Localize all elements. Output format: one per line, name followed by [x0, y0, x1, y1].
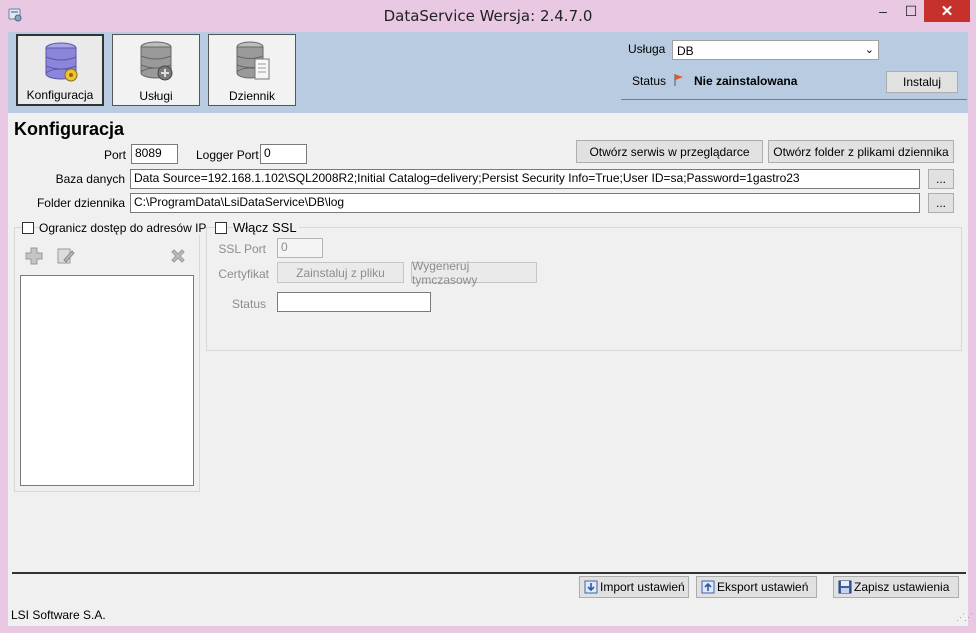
db-label: Baza danych — [55, 172, 125, 186]
ssl-status-label: Status — [231, 297, 266, 311]
service-status-value: Nie zainstalowana — [694, 74, 798, 88]
window-title: DataService Wersja: 2.4.7.0 — [383, 7, 593, 25]
toolbar-label: Usługi — [139, 89, 173, 103]
logger-port-label: Logger Port — [196, 148, 259, 162]
save-settings-button[interactable]: Zapisz ustawienia — [833, 576, 959, 598]
toolbar-uslugi-button[interactable]: Usługi — [112, 34, 200, 106]
import-icon — [584, 580, 598, 594]
install-from-file-button[interactable]: Zainstaluj z pliku — [277, 262, 404, 283]
header-divider — [621, 99, 967, 100]
title-bar: DataService Wersja: 2.4.7.0 – ☐ ✕ — [0, 0, 976, 32]
log-folder-browse-button[interactable]: ... — [928, 193, 954, 213]
chevron-down-icon: ⌄ — [864, 44, 874, 56]
ssl-checkbox[interactable] — [215, 222, 227, 234]
status-bar-text: LSI Software S.A. — [11, 608, 106, 622]
log-folder-field[interactable]: C:\ProgramData\LsiDataService\DB\log — [130, 193, 920, 213]
open-log-folder-button[interactable]: Otwórz folder z plikami dziennika — [768, 140, 954, 163]
open-in-browser-button[interactable]: Otwórz serwis w przeglądarce — [576, 140, 763, 163]
flag-icon — [673, 73, 685, 90]
generate-temporary-button[interactable]: Wygeneruj tymczasowy — [411, 259, 537, 287]
page-title: Konfiguracja — [14, 119, 125, 139]
toolbar-konfiguracja-button[interactable]: Konfiguracja — [16, 34, 104, 106]
header-band: Konfiguracja Usługi Dziennik Usługa DB ⌄… — [8, 32, 968, 113]
port-field[interactable]: 8089 — [131, 144, 178, 164]
export-settings-label: Eksport ustawień — [717, 580, 809, 594]
add-icon[interactable] — [23, 245, 45, 267]
toolbar-label: Dziennik — [228, 89, 276, 103]
edit-icon[interactable] — [55, 245, 77, 267]
log-folder-label: Folder dziennika — [36, 196, 125, 210]
import-settings-button[interactable]: Import ustawień — [579, 576, 689, 598]
close-button[interactable]: ✕ — [924, 0, 970, 22]
service-label: Usługa — [628, 42, 666, 56]
main-window: Konfiguracja Usługi Dziennik Usługa DB ⌄… — [8, 32, 973, 626]
db-connection-field[interactable]: Data Source=192.168.1.102\SQL2008R2;Init… — [130, 169, 920, 189]
service-select[interactable]: DB ⌄ — [672, 40, 879, 60]
save-icon — [838, 580, 852, 594]
install-button[interactable]: Instaluj — [886, 71, 958, 93]
database-services-icon — [140, 41, 173, 81]
ip-address-list[interactable] — [20, 275, 194, 486]
export-settings-button[interactable]: Eksport ustawień — [696, 576, 817, 598]
database-log-icon — [236, 41, 270, 80]
service-select-value: DB — [677, 44, 694, 58]
ip-access-checkbox[interactable] — [22, 222, 34, 234]
certificate-label: Certyfikat — [218, 267, 269, 281]
database-config-icon — [45, 42, 78, 82]
save-settings-label: Zapisz ustawienia — [854, 580, 950, 594]
minimize-button[interactable]: – — [868, 0, 898, 22]
ssl-status-field — [277, 292, 431, 312]
export-icon — [701, 580, 715, 594]
delete-icon[interactable] — [167, 245, 189, 267]
maximize-button[interactable]: ☐ — [898, 0, 924, 22]
toolbar-label: Konfiguracja — [26, 88, 94, 102]
status-bar — [8, 604, 968, 626]
toolbar-dziennik-button[interactable]: Dziennik — [208, 34, 296, 106]
logger-port-field[interactable]: 0 — [260, 144, 307, 164]
port-label: Port — [103, 148, 126, 162]
ip-access-label: Ogranicz dostęp do adresów IP — [39, 221, 209, 235]
db-browse-button[interactable]: ... — [928, 169, 954, 189]
ssl-port-label: SSL Port — [218, 242, 266, 256]
ssl-label: Włącz SSL — [233, 220, 299, 235]
resize-grip-icon[interactable]: ⋰⋰ — [956, 612, 973, 623]
import-settings-label: Import ustawień — [600, 580, 685, 594]
ssl-port-field[interactable]: 0 — [277, 238, 323, 258]
footer-divider — [12, 572, 966, 574]
status-label: Status — [632, 74, 667, 88]
